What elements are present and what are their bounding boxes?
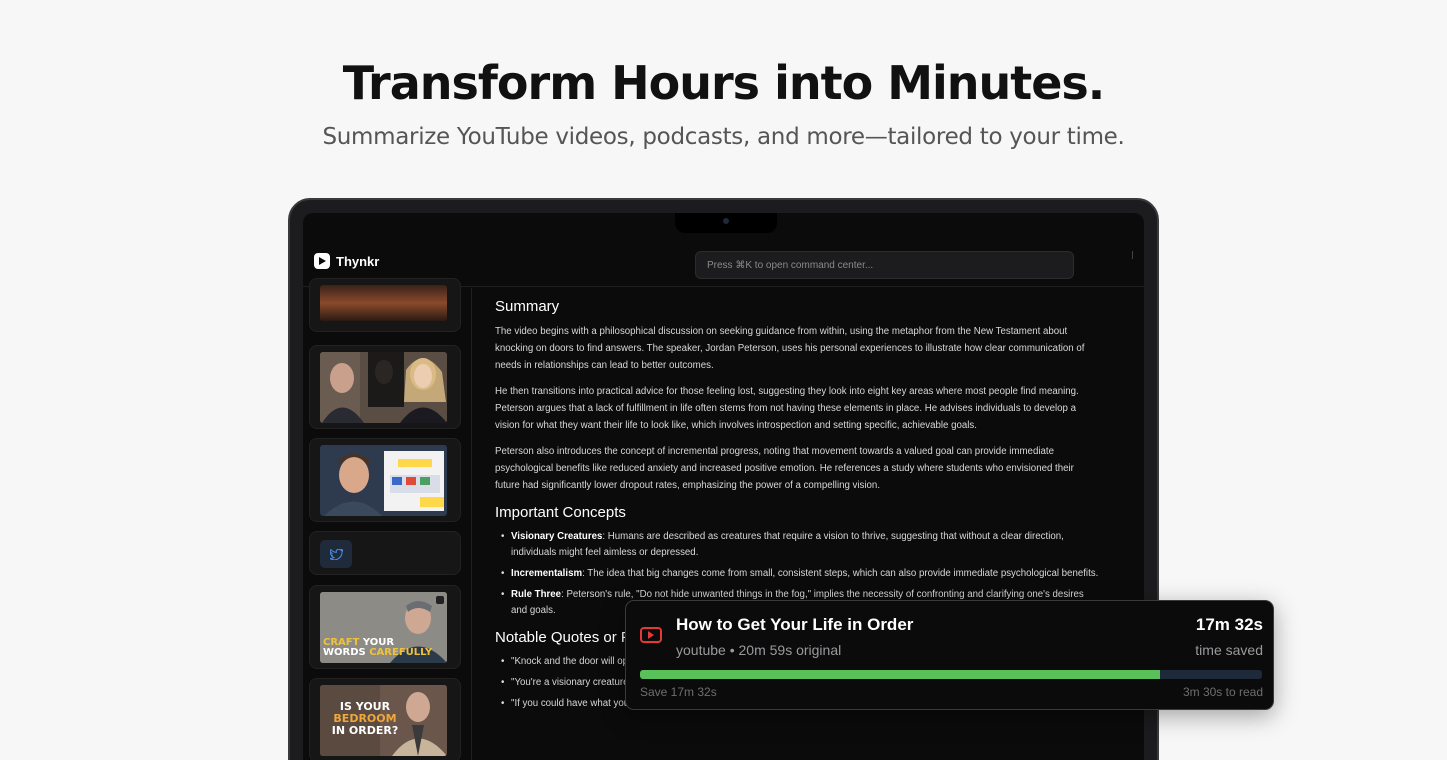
concept-item: Incrementalism: The idea that big change… [501, 566, 1100, 582]
video-thumbnail: CRAFT YOUR WORDS CAREFULLY [320, 592, 447, 663]
video-card[interactable] [309, 278, 461, 332]
thumb-text: WORDS [323, 647, 366, 658]
concept-term: Rule Three [511, 589, 562, 600]
summary-paragraph: The video begins with a philosophical di… [495, 326, 1085, 371]
brand-name: Thynkr [336, 253, 380, 269]
video-thumbnail: IS YOUR BEDROOM IN ORDER? [320, 685, 447, 756]
video-card[interactable]: IS YOUR BEDROOM IN ORDER? [309, 678, 461, 760]
progress-fill [640, 670, 1160, 679]
concepts-heading: Important Concepts [495, 504, 626, 521]
video-card[interactable]: CRAFT YOUR WORDS CAREFULLY [309, 585, 461, 669]
concept-term: Visionary Creatures [511, 531, 603, 542]
thumb-text: CAREFULLY [369, 647, 433, 658]
tweet-card[interactable] [309, 531, 461, 575]
concept-text: : The idea that big changes come from sm… [582, 568, 1099, 579]
scrollbar[interactable] [1132, 251, 1133, 259]
camera-notch [675, 213, 777, 233]
camera-icon [723, 218, 729, 224]
video-card[interactable] [309, 438, 461, 522]
read-time-label: 3m 30s to read [1182, 685, 1263, 699]
play-logo-icon [314, 253, 330, 269]
youtube-icon [640, 627, 662, 643]
summary-paragraph: Peterson also introduces the concept of … [495, 446, 1074, 491]
summary-heading: Summary [495, 298, 560, 315]
concept-item: Visionary Creatures: Humans are describe… [501, 529, 1100, 561]
video-thumbnail [320, 445, 447, 516]
time-saved-card[interactable]: How to Get Your Life in Order youtube • … [625, 600, 1274, 710]
hero-subtitle: Summarize YouTube videos, podcasts, and … [322, 124, 1125, 150]
video-meta: youtube • 20m 59s original [676, 642, 842, 658]
video-title: How to Get Your Life in Order [676, 615, 914, 634]
thumb-text: IN ORDER? [331, 724, 399, 737]
summary-paragraph: He then transitions into practical advic… [495, 386, 1079, 431]
video-thumbnail [320, 285, 447, 321]
twitter-icon [320, 540, 352, 568]
time-saved-label: time saved [1195, 642, 1263, 658]
concept-term: Incrementalism [511, 568, 583, 579]
time-saved-value: 17m 32s [1195, 615, 1263, 634]
video-card[interactable] [309, 345, 461, 429]
command-center-input[interactable]: Press ⌘K to open command center... [695, 251, 1074, 279]
video-thumbnail [320, 352, 447, 423]
brand[interactable]: Thynkr [314, 253, 379, 269]
progress-track [640, 670, 1262, 679]
hero-title: Transform Hours into Minutes. [342, 56, 1106, 110]
save-label: Save 17m 32s [640, 685, 717, 699]
video-sidebar: CRAFT YOUR WORDS CAREFULLY IS YOUR BEDRO… [303, 278, 472, 760]
